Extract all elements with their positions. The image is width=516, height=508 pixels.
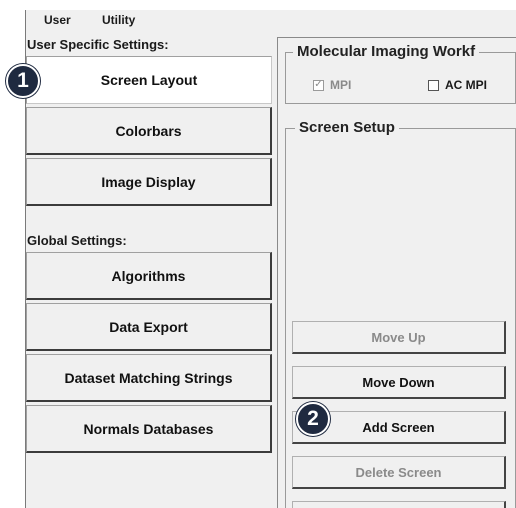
workflow-title: Molecular Imaging Workf	[293, 43, 480, 60]
move-down-label: Move Down	[362, 374, 435, 390]
callout-2-badge: 2	[296, 402, 330, 436]
delete-screen-button[interactable]: Delete Screen	[292, 456, 506, 489]
data-export-label: Data Export	[109, 318, 188, 335]
mpi-label: MPI	[330, 78, 352, 92]
ac-mpi-label: AC MPI	[445, 78, 487, 92]
ac-mpi-option[interactable]: AC MPI	[428, 78, 487, 92]
image-display-label: Image Display	[101, 173, 196, 190]
ac-mpi-checkbox[interactable]	[428, 79, 439, 91]
global-settings-label: Global Settings:	[27, 233, 127, 248]
screen-layout-label: Screen Layout	[100, 72, 198, 88]
add-screen-label: Add Screen	[362, 419, 435, 435]
normals-databases-label: Normals Databases	[83, 420, 214, 437]
image-display-button[interactable]: Image Display	[26, 158, 272, 206]
callout-1-badge: 1	[6, 64, 40, 98]
algorithms-button[interactable]: Algorithms	[26, 252, 272, 300]
menu-utility[interactable]: Utility	[102, 13, 135, 27]
colorbars-label: Colorbars	[115, 122, 182, 139]
mpi-option[interactable]: ✓ MPI	[313, 78, 351, 92]
delete-screen-label: Delete Screen	[355, 464, 442, 480]
move-down-button[interactable]: Move Down	[292, 366, 506, 399]
move-up-label: Move Up	[371, 329, 426, 345]
screen-setup-title: Screen Setup	[295, 119, 399, 136]
dataset-matching-strings-button[interactable]: Dataset Matching Strings	[26, 354, 272, 402]
data-export-button[interactable]: Data Export	[26, 303, 272, 351]
move-up-button[interactable]: Move Up	[292, 321, 506, 354]
menu-user[interactable]: User	[44, 13, 71, 27]
normals-databases-button[interactable]: Normals Databases	[26, 405, 272, 453]
user-specific-settings-label: User Specific Settings:	[27, 37, 169, 52]
callout-1-number: 1	[17, 69, 29, 92]
algorithms-label: Algorithms	[111, 267, 186, 284]
callout-2-number: 2	[307, 407, 319, 430]
screen-layout-button[interactable]: Screen Layout	[26, 56, 272, 104]
screen-setup-groupbox	[285, 128, 516, 508]
dataset-matching-strings-label: Dataset Matching Strings	[64, 369, 233, 386]
next-button-partial[interactable]	[292, 501, 506, 508]
colorbars-button[interactable]: Colorbars	[26, 107, 272, 155]
mpi-checkbox-checked-icon[interactable]: ✓	[313, 79, 324, 91]
